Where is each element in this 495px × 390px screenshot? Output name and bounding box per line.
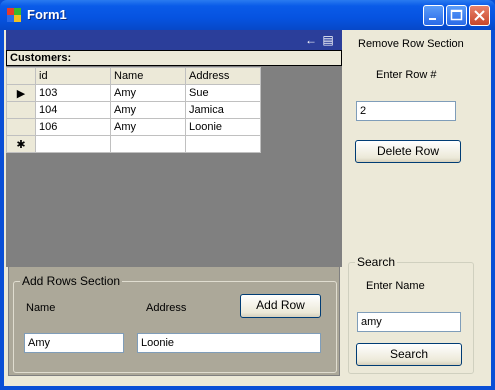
window-title: Form1 — [27, 7, 67, 22]
add-rows-group-title: Add Rows Section — [20, 274, 123, 288]
new-row-asterisk-icon[interactable]: ✱ — [6, 135, 36, 153]
grid-header-row: id Name Address — [6, 67, 261, 85]
grid-caption: Customers: — [6, 50, 342, 66]
remove-section-title: Remove Row Section — [358, 38, 464, 50]
current-row-indicator-icon[interactable]: ▶ — [6, 84, 36, 102]
name-label: Name — [26, 302, 56, 314]
close-button[interactable] — [469, 5, 490, 26]
cell-id[interactable]: 103 — [35, 84, 111, 102]
new-row[interactable]: ✱ — [6, 135, 261, 153]
enter-row-label: Enter Row # — [376, 69, 437, 81]
cell-address[interactable]: Jamica — [185, 101, 261, 119]
maximize-button[interactable] — [446, 5, 467, 26]
close-icon — [474, 10, 485, 21]
search-group-title: Search — [355, 255, 398, 269]
delete-row-button[interactable]: Delete Row — [355, 140, 461, 163]
cell-address[interactable] — [185, 135, 261, 153]
row-header-corner — [6, 67, 36, 85]
cell-address[interactable]: Loonie — [185, 118, 261, 136]
cell-name[interactable]: Amy — [110, 118, 186, 136]
column-header-name[interactable]: Name — [110, 67, 186, 85]
minimize-button[interactable] — [423, 5, 444, 26]
back-arrow-icon[interactable]: ← — [304, 33, 318, 47]
column-header-id[interactable]: id — [35, 67, 111, 85]
add-rows-panel: Add Rows Section Name Address Add Row — [8, 266, 340, 376]
address-label: Address — [146, 302, 187, 314]
app-window: Form1 ← ▤ Customers: id Name Address ▶ 1… — [0, 0, 495, 390]
app-icon — [7, 8, 21, 22]
form-client-area: ← ▤ Customers: id Name Address ▶ 103 Amy… — [4, 30, 491, 386]
table-row[interactable]: 106 Amy Loonie — [6, 118, 261, 136]
cell-address[interactable]: Sue — [185, 84, 261, 102]
row-number-input[interactable] — [356, 101, 456, 121]
grid-table[interactable]: id Name Address ▶ 103 Amy Sue 104 Amy Ja… — [6, 67, 261, 153]
row-header[interactable] — [6, 118, 36, 136]
cell-id[interactable]: 106 — [35, 118, 111, 136]
grid-navigation-strip: ← ▤ — [6, 30, 342, 50]
cell-name[interactable] — [110, 135, 186, 153]
cell-id[interactable] — [35, 135, 111, 153]
table-row[interactable]: ▶ 103 Amy Sue — [6, 84, 261, 102]
show-parent-rows-icon[interactable]: ▤ — [321, 33, 335, 47]
column-header-address[interactable]: Address — [185, 67, 261, 85]
minimize-icon — [429, 18, 436, 20]
search-button[interactable]: Search — [356, 343, 462, 366]
title-bar[interactable]: Form1 — [0, 0, 495, 30]
customers-datagrid[interactable]: ← ▤ Customers: id Name Address ▶ 103 Amy… — [6, 30, 342, 267]
search-groupbox: Search Enter Name Search — [348, 255, 474, 374]
address-input[interactable] — [137, 333, 321, 353]
cell-name[interactable]: Amy — [110, 101, 186, 119]
table-row[interactable]: 104 Amy Jamica — [6, 101, 261, 119]
row-header[interactable] — [6, 101, 36, 119]
add-row-button[interactable]: Add Row — [240, 294, 321, 318]
maximize-icon — [450, 9, 463, 21]
name-input[interactable] — [24, 333, 124, 353]
cell-name[interactable]: Amy — [110, 84, 186, 102]
cell-id[interactable]: 104 — [35, 101, 111, 119]
search-name-input[interactable] — [357, 312, 461, 332]
enter-name-label: Enter Name — [366, 280, 425, 292]
